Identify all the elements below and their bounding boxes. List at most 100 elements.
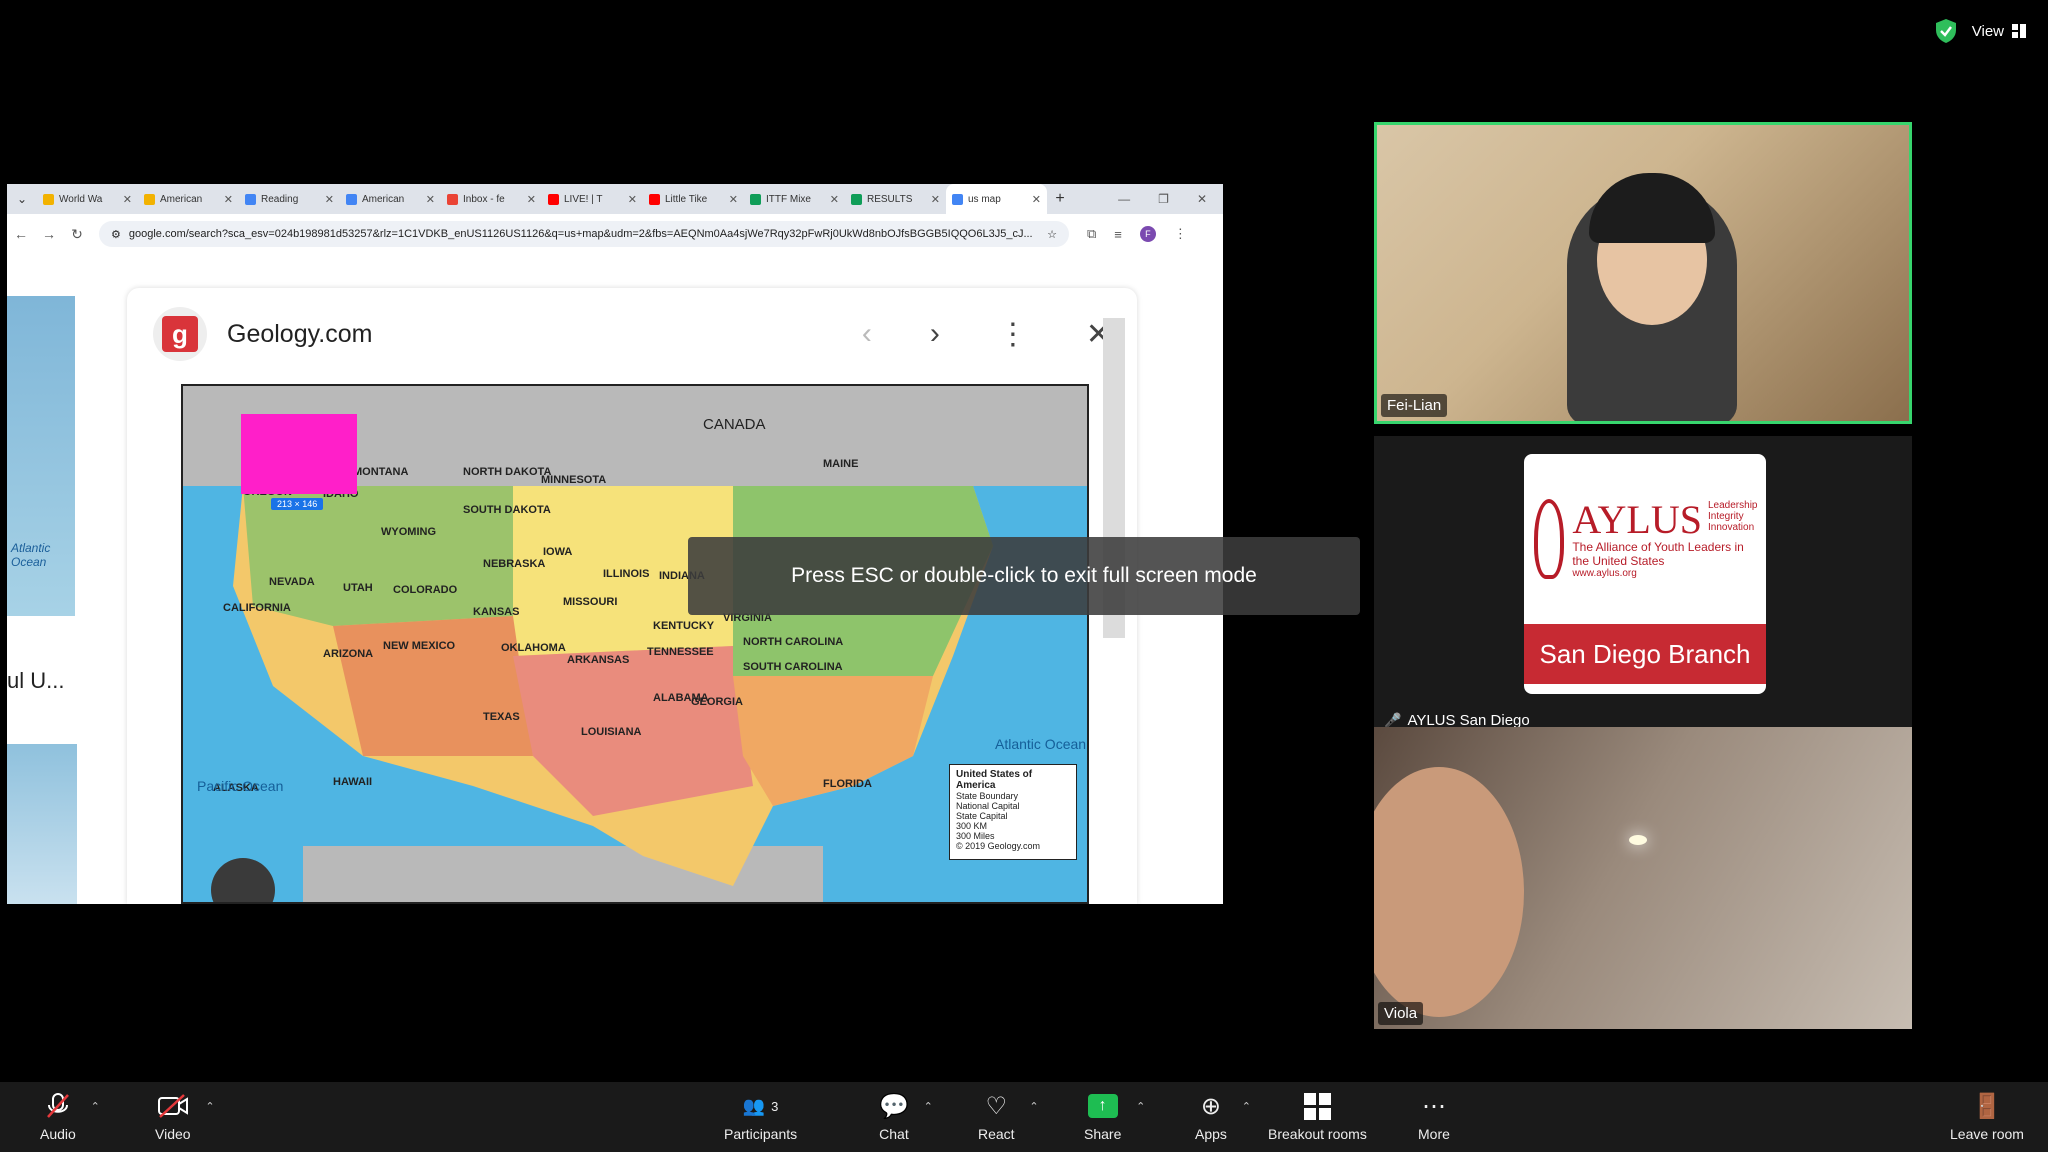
video-options-caret-icon[interactable]: ⌃ bbox=[205, 1100, 214, 1113]
thumbnail-ocean-label: Atlantic Ocean bbox=[11, 541, 51, 569]
audio-button[interactable]: Audio ⌃ bbox=[40, 1092, 100, 1142]
audio-options-caret-icon[interactable]: ⌃ bbox=[91, 1100, 100, 1113]
browser-tab[interactable]: American ✕ bbox=[138, 184, 239, 214]
react-options-caret-icon[interactable]: ⌃ bbox=[1029, 1100, 1038, 1113]
participant-tile-viola[interactable]: Viola bbox=[1374, 727, 1912, 1029]
extensions-icon[interactable]: ⧉ bbox=[1087, 226, 1096, 242]
fullscreen-exit-toast: Press ESC or double-click to exit full s… bbox=[688, 537, 1360, 615]
state-label: KANSAS bbox=[473, 606, 520, 618]
chat-options-caret-icon[interactable]: ⌃ bbox=[924, 1100, 933, 1113]
atlantic-ocean-label: Atlantic Ocean bbox=[995, 736, 1087, 752]
reload-icon[interactable]: ↻ bbox=[63, 226, 91, 243]
state-label: ARIZONA bbox=[323, 648, 374, 660]
legend-title: United States of America bbox=[956, 769, 1033, 791]
state-label: NEBRASKA bbox=[483, 558, 546, 570]
result-thumbnail[interactable] bbox=[7, 744, 77, 904]
participant-name-label: Fei-Lian bbox=[1381, 394, 1448, 417]
bookmark-star-icon[interactable]: ☆ bbox=[1047, 228, 1057, 241]
restore-icon[interactable]: ❐ bbox=[1158, 192, 1169, 206]
audio-label: Audio bbox=[40, 1126, 76, 1142]
browser-tab[interactable]: LIVE! | T ✕ bbox=[542, 184, 643, 214]
react-label: React bbox=[978, 1126, 1015, 1142]
back-arrow-icon[interactable]: ← bbox=[7, 226, 35, 242]
participant-tile-aylus-san-diego[interactable]: AYLUS Leadership Integrity Innovation Th… bbox=[1374, 436, 1912, 738]
encryption-shield-icon[interactable] bbox=[1934, 18, 1958, 44]
tab-favicon-icon bbox=[447, 193, 458, 205]
next-image-chevron-icon[interactable]: › bbox=[930, 317, 940, 351]
browser-tab[interactable]: Little Tike ✕ bbox=[643, 184, 744, 214]
share-options-caret-icon[interactable]: ⌃ bbox=[1136, 1100, 1145, 1113]
leave-room-button[interactable]: 🚪 Leave room bbox=[1950, 1092, 2024, 1143]
site-settings-icon[interactable]: ⚙ bbox=[111, 228, 121, 241]
breakout-rooms-button[interactable]: Breakout rooms bbox=[1268, 1092, 1367, 1142]
aylus-logo: AYLUS Leadership Integrity Innovation Th… bbox=[1524, 454, 1766, 694]
state-label: ILLINOIS bbox=[603, 568, 650, 580]
tab-close-icon[interactable]: ✕ bbox=[1032, 193, 1041, 206]
more-ellipsis-icon: ⋯ bbox=[1421, 1092, 1446, 1120]
video-button[interactable]: Video ⌃ bbox=[155, 1092, 215, 1142]
new-tab-plus-icon[interactable]: + bbox=[1047, 190, 1073, 208]
video-off-icon bbox=[157, 1092, 189, 1120]
share-label: Share bbox=[1084, 1126, 1122, 1142]
leave-door-icon: 🚪 bbox=[1972, 1092, 2002, 1120]
apps-button[interactable]: ⊕ Apps ⌃ bbox=[1195, 1092, 1251, 1143]
source-site-title[interactable]: Geology.com bbox=[227, 320, 372, 349]
more-options-icon[interactable]: ⋮ bbox=[998, 317, 1028, 352]
forward-arrow-icon[interactable]: → bbox=[35, 226, 63, 242]
tab-close-icon[interactable]: ✕ bbox=[729, 193, 738, 206]
legend-item: State Capital bbox=[956, 811, 1008, 821]
view-button[interactable]: View bbox=[1972, 23, 2026, 40]
tab-close-icon[interactable]: ✕ bbox=[931, 193, 940, 206]
state-label: TEXAS bbox=[483, 711, 520, 723]
us-map-image[interactable]: CANADA MONTANANORTH DAKOTAMINNESOTAOREGO… bbox=[181, 384, 1089, 904]
browser-tab[interactable]: American ✕ bbox=[340, 184, 441, 214]
previous-image-chevron-icon[interactable]: ‹ bbox=[862, 317, 872, 351]
tab-title: Little Tike bbox=[665, 193, 708, 205]
tab-close-icon[interactable]: ✕ bbox=[527, 193, 536, 206]
browser-tab[interactable]: Inbox - fe ✕ bbox=[441, 184, 542, 214]
apps-icon: ⊕ bbox=[1200, 1092, 1222, 1120]
browser-tab[interactable]: RESULTS ✕ bbox=[845, 184, 946, 214]
tab-close-icon[interactable]: ✕ bbox=[325, 193, 334, 206]
participants-button[interactable]: 👥 3 Participants bbox=[724, 1092, 798, 1143]
close-window-icon[interactable]: ✕ bbox=[1197, 192, 1207, 206]
tab-close-icon[interactable]: ✕ bbox=[224, 193, 233, 206]
more-button[interactable]: ⋯ More bbox=[1418, 1092, 1450, 1143]
browser-menu-icon[interactable]: ⋮ bbox=[1174, 226, 1187, 242]
tab-favicon-icon bbox=[346, 193, 357, 205]
state-label: MISSOURI bbox=[563, 596, 618, 608]
chat-button[interactable]: 💬 Chat ⌃ bbox=[879, 1092, 933, 1143]
state-label: TENNESSEE bbox=[647, 646, 714, 658]
tab-close-icon[interactable]: ✕ bbox=[426, 193, 435, 206]
address-bar[interactable]: ⚙ google.com/search?sca_esv=024b198981d5… bbox=[99, 221, 1069, 247]
apps-label: Apps bbox=[1195, 1126, 1227, 1142]
react-button[interactable]: ♡ React ⌃ bbox=[978, 1092, 1039, 1143]
result-thumbnail[interactable]: Atlantic Ocean bbox=[7, 296, 75, 616]
browser-tab[interactable]: ITTF Mixe ✕ bbox=[744, 184, 845, 214]
result-title-truncated[interactable]: ul U... bbox=[7, 668, 64, 694]
tab-close-icon[interactable]: ✕ bbox=[123, 193, 132, 206]
tab-close-icon[interactable]: ✕ bbox=[628, 193, 637, 206]
legend-scale-km: 300 KM bbox=[956, 821, 988, 831]
state-label: NEVADA bbox=[269, 576, 315, 588]
breakout-rooms-label: Breakout rooms bbox=[1268, 1126, 1367, 1142]
tab-favicon-icon bbox=[952, 193, 963, 205]
browser-tab-strip: ⌄ World Wa ✕ American ✕ Reading ✕ American ✕ Inb… bbox=[7, 184, 1223, 214]
legend-scale-mi: 300 Miles bbox=[956, 831, 995, 841]
participants-label: Participants bbox=[724, 1126, 798, 1142]
minimize-icon[interactable]: — bbox=[1118, 192, 1130, 206]
browser-tab[interactable]: World Wa ✕ bbox=[37, 184, 138, 214]
tab-favicon-icon bbox=[43, 193, 54, 205]
tab-close-icon[interactable]: ✕ bbox=[830, 193, 839, 206]
media-controls-icon[interactable]: ≡ bbox=[1114, 227, 1122, 242]
browser-tab[interactable]: us map ✕ bbox=[946, 184, 1047, 214]
participant-tile-fei-lian[interactable]: Fei-Lian bbox=[1374, 122, 1912, 424]
apps-options-caret-icon[interactable]: ⌃ bbox=[1242, 1100, 1251, 1113]
participant-name-label: Viola bbox=[1378, 1002, 1424, 1025]
address-url: google.com/search?sca_esv=024b198981d532… bbox=[128, 228, 1033, 240]
share-button[interactable]: ↑ Share ⌃ bbox=[1084, 1092, 1145, 1142]
state-label: SOUTH CAROLINA bbox=[743, 661, 843, 673]
profile-avatar[interactable]: F bbox=[1139, 226, 1156, 242]
browser-tab[interactable]: Reading ✕ bbox=[239, 184, 340, 214]
tab-search-chevron-icon[interactable]: ⌄ bbox=[7, 192, 37, 206]
